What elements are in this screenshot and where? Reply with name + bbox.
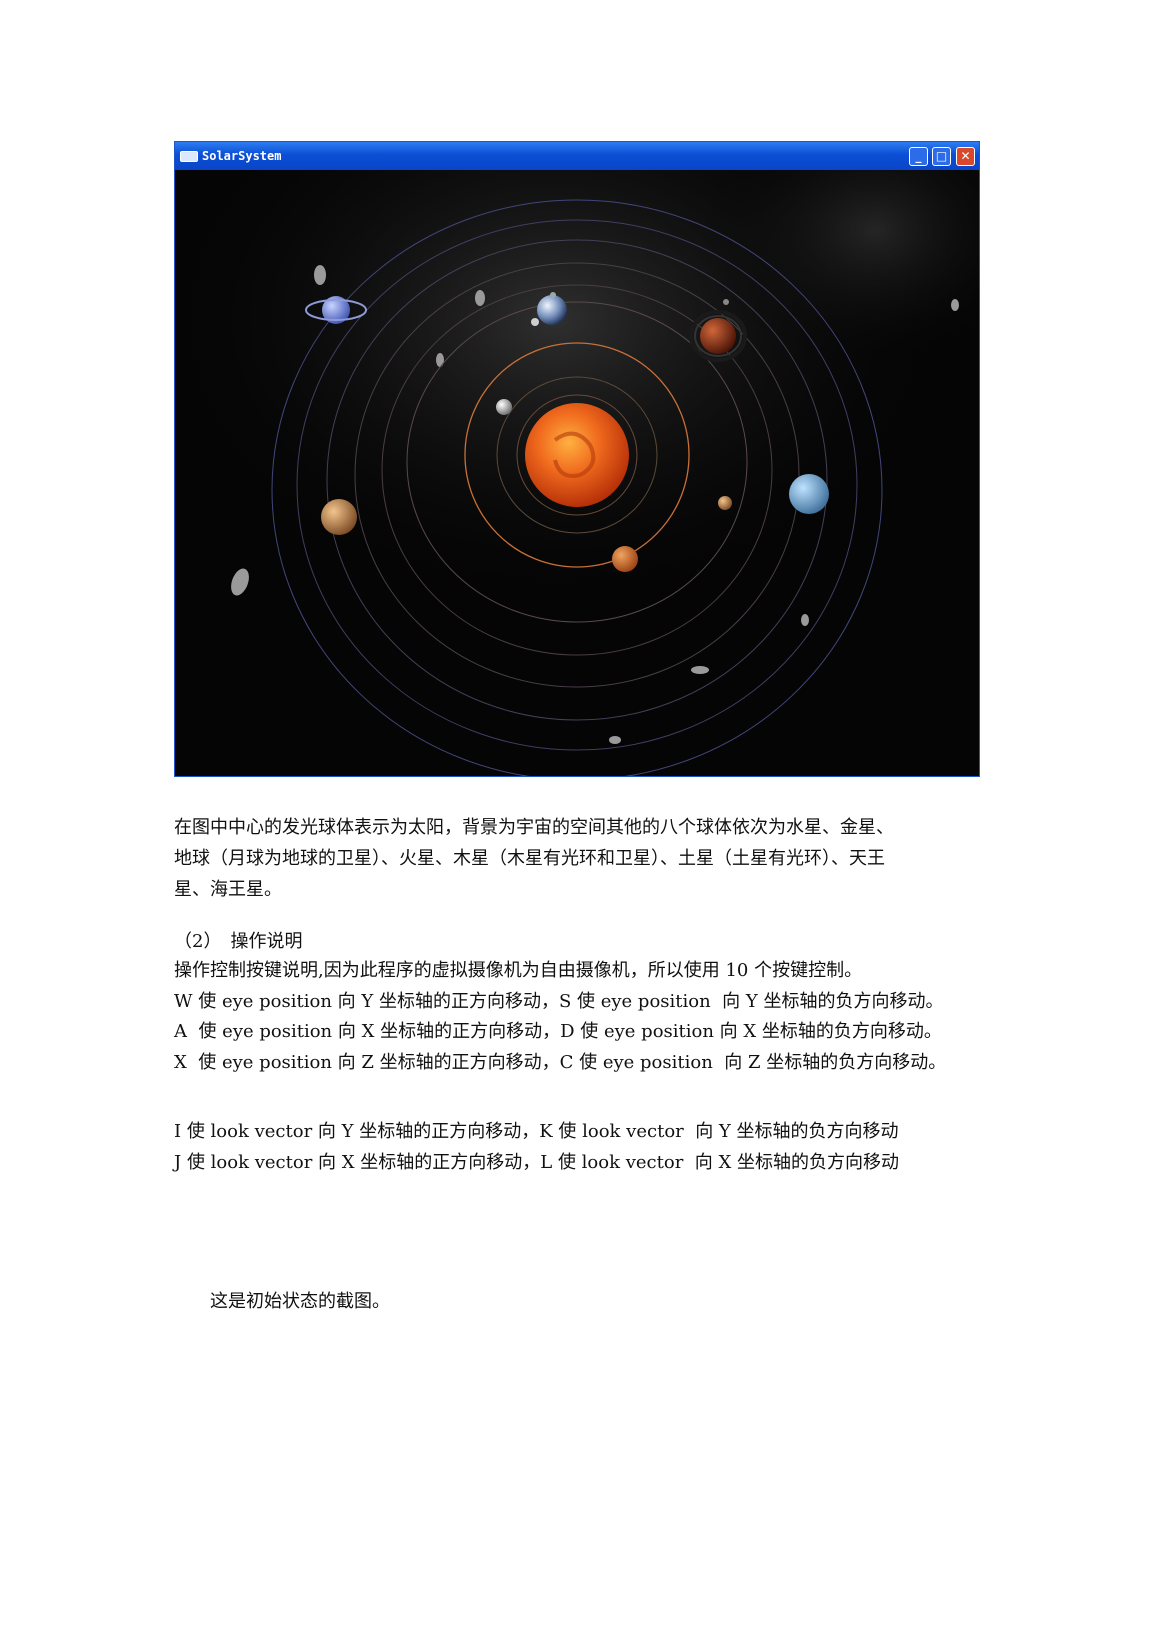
screenshot-caption: 这是初始状态的截图。 <box>210 1291 390 1312</box>
description-line: 地球（月球为地球的卫星）、火星、木星（木星有光环和卫星）、土星（土星有光环）、天… <box>174 848 885 869</box>
section-heading: （2） 操作说明 <box>174 931 303 952</box>
look-line: I 使 look vector 向 Y 坐标轴的正方向移动，K 使 look v… <box>174 1121 899 1142</box>
sun <box>525 403 629 507</box>
solar-system-window: SolarSystem _ □ ✕ <box>174 141 980 777</box>
close-button[interactable]: ✕ <box>956 147 975 166</box>
title-bar[interactable]: SolarSystem _ □ ✕ <box>175 142 979 170</box>
description-paragraph: 在图中中心的发光球体表示为太阳，背景为宇宙的空间其他的八个球体依次为水星、金星、… <box>174 812 980 905</box>
neptune <box>789 474 829 514</box>
solar-system-render <box>175 170 979 776</box>
jupiter <box>321 499 357 535</box>
venus <box>718 496 732 510</box>
description-line: 在图中中心的发光球体表示为太阳，背景为宇宙的空间其他的八个球体依次为水星、金星、 <box>174 817 894 838</box>
eye-line: A 使 eye position 向 X 坐标轴的正方向移动，D 使 eye p… <box>174 1021 942 1042</box>
eye-line: X 使 eye position 向 Z 坐标轴的正方向移动，C 使 eye p… <box>174 1051 947 1073</box>
look-line: J 使 look vector 向 X 坐标轴的正方向移动，L 使 look v… <box>174 1151 900 1173</box>
look-controls: I 使 look vector 向 Y 坐标轴的正方向移动，K 使 look v… <box>174 1117 899 1178</box>
controls-intro: 操作控制按键说明,因为此程序的虚拟摄像机为自由摄像机，所以使用 10 个按键控制… <box>174 960 863 981</box>
mars <box>612 546 638 572</box>
eye-controls: 操作控制按键说明,因为此程序的虚拟摄像机为自由摄像机，所以使用 10 个按键控制… <box>174 956 946 1078</box>
description-line: 星、海王星。 <box>174 879 282 900</box>
eye-line: W 使 eye position 向 Y 坐标轴的正方向移动，S 使 eye p… <box>174 990 944 1012</box>
minimize-button[interactable]: _ <box>909 147 928 166</box>
mercury <box>496 399 512 415</box>
maximize-button[interactable]: □ <box>932 147 951 166</box>
window-title: SolarSystem <box>202 149 282 163</box>
app-icon <box>180 151 198 162</box>
